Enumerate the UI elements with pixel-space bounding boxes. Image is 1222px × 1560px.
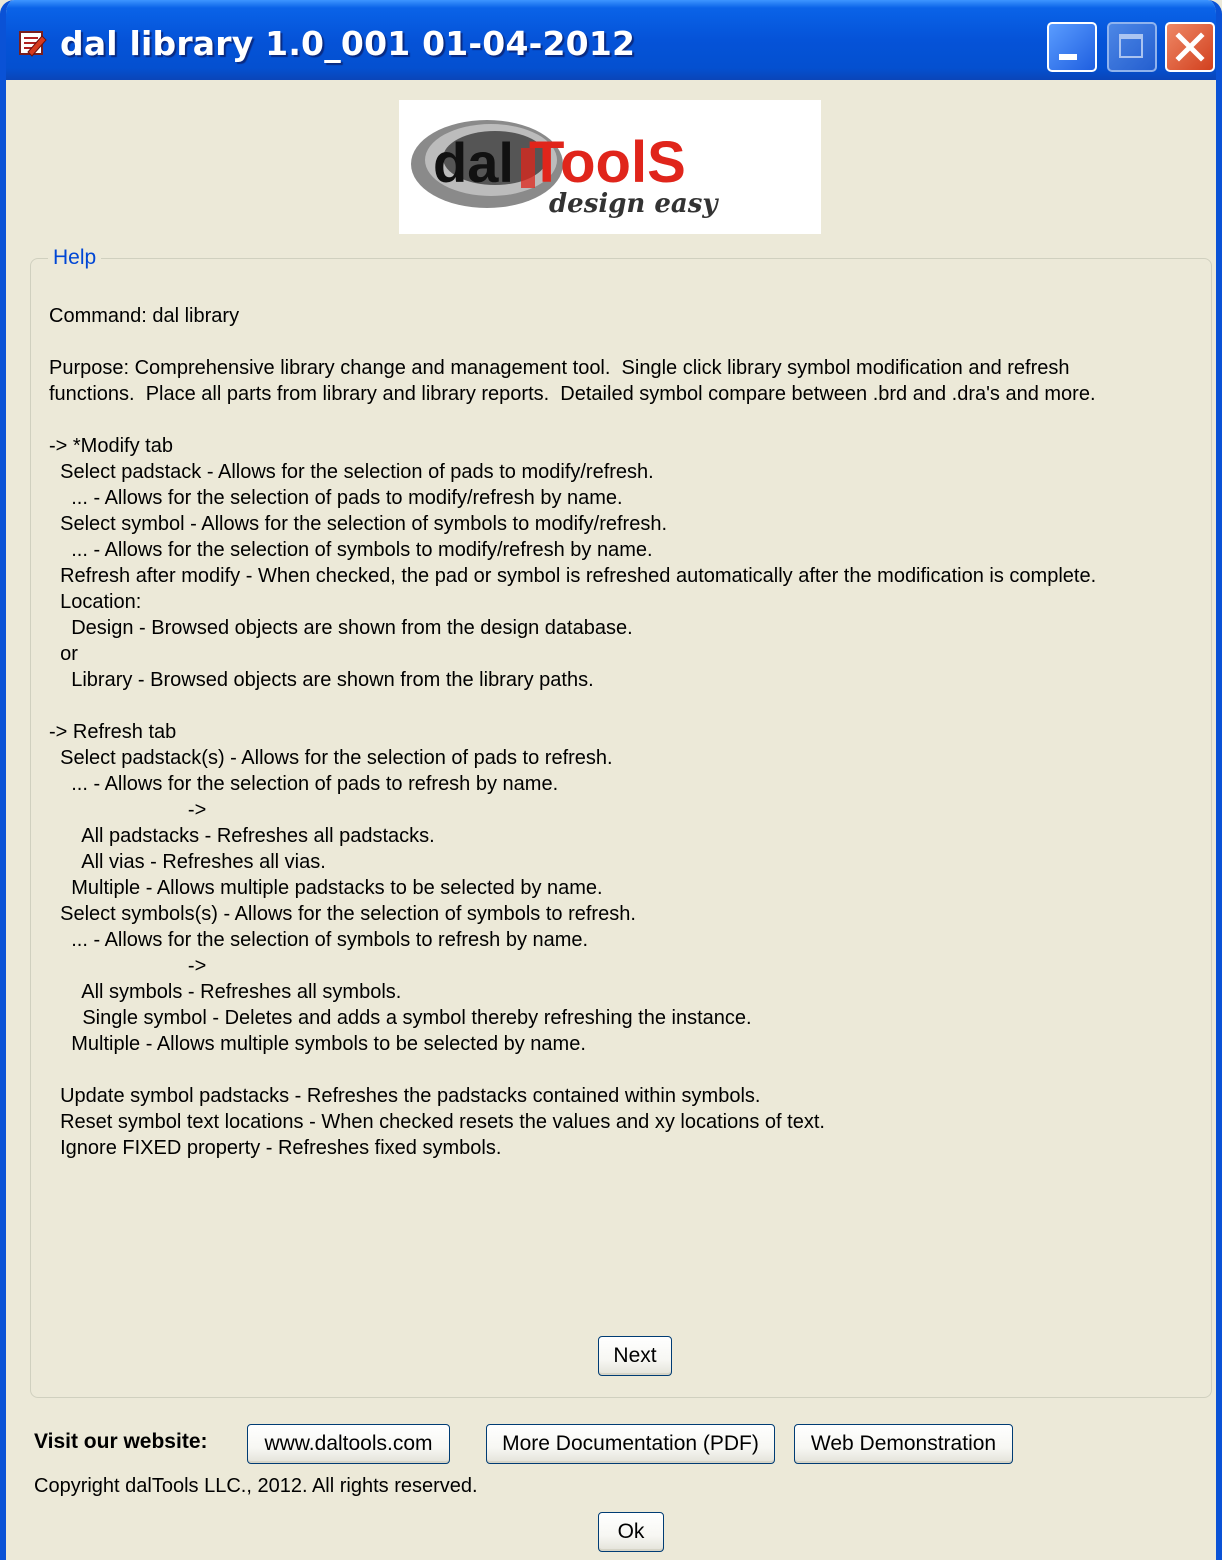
help-text: Command: dal library Purpose: Comprehensi…	[49, 303, 1096, 1161]
help-line: Purpose: Comprehensive library change an…	[49, 357, 1070, 379]
maximize-icon	[1119, 34, 1143, 58]
logo-brand-right: ToolS	[529, 130, 686, 195]
next-button[interactable]: Next	[598, 1336, 672, 1376]
visit-website-label: Visit our website:	[34, 1430, 208, 1453]
help-line: ->	[49, 955, 207, 977]
window-title: dal library 1.0_001 01-04-2012	[60, 24, 636, 63]
copyright-text: Copyright dalTools LLC., 2012. All right…	[34, 1475, 478, 1497]
help-line: or	[49, 643, 78, 665]
help-line: All padstacks - Refreshes all padstacks.	[49, 825, 435, 847]
help-line: Ignore FIXED property - Refreshes fixed …	[49, 1137, 502, 1159]
help-line: Select symbols(s) - Allows for the selec…	[49, 903, 636, 925]
help-line: Update symbol padstacks - Refreshes the …	[49, 1085, 761, 1107]
web-demonstration-button[interactable]: Web Demonstration	[794, 1424, 1013, 1464]
help-line: functions. Place all parts from library …	[49, 383, 1096, 405]
logo-tagline: design easy	[549, 189, 719, 219]
help-line: Reset symbol text locations - When check…	[49, 1111, 825, 1133]
close-icon	[1175, 32, 1205, 62]
help-line	[49, 329, 1096, 355]
help-line: Select padstack(s) - Allows for the sele…	[49, 747, 613, 769]
title-bar[interactable]: dal library 1.0_001 01-04-2012	[6, 0, 1216, 80]
help-line: -> *Modify tab	[49, 435, 173, 457]
help-line: Multiple - Allows multiple symbols to be…	[49, 1033, 586, 1055]
help-line: ... - Allows for the selection of symbol…	[49, 929, 589, 951]
help-line	[49, 1057, 1096, 1083]
help-line	[49, 407, 1096, 433]
minimize-button[interactable]	[1047, 22, 1097, 72]
help-line: Library - Browsed objects are shown from…	[49, 669, 594, 691]
help-line	[49, 693, 1096, 719]
daltools-logo: dal ToolS design easy	[399, 100, 821, 234]
help-line: All vias - Refreshes all vias.	[49, 851, 326, 873]
help-line: Location:	[49, 591, 142, 613]
dialog-window: dal library 1.0_001 01-04-2012 dal ToolS…	[0, 0, 1222, 1560]
help-legend: Help	[48, 246, 102, 270]
close-button[interactable]	[1165, 22, 1215, 72]
documentation-pdf-button[interactable]: More Documentation (PDF)	[486, 1424, 775, 1464]
help-line: Design - Browsed objects are shown from …	[49, 617, 633, 639]
maximize-button[interactable]	[1107, 22, 1157, 72]
help-line: ... - Allows for the selection of pads t…	[49, 773, 559, 795]
help-line: -> Refresh tab	[49, 721, 177, 743]
help-line: Multiple - Allows multiple padstacks to …	[49, 877, 603, 899]
help-line: ... - Allows for the selection of symbol…	[49, 539, 653, 561]
help-line: ... - Allows for the selection of pads t…	[49, 487, 623, 509]
help-line: All symbols - Refreshes all symbols.	[49, 981, 402, 1003]
help-line: Command: dal library	[49, 305, 240, 327]
help-line: Select symbol - Allows for the selection…	[49, 513, 668, 535]
help-line: Single symbol - Deletes and adds a symbo…	[49, 1007, 752, 1029]
minimize-icon	[1059, 54, 1077, 60]
help-line: Select padstack - Allows for the selecti…	[49, 461, 654, 483]
help-line: ->	[49, 799, 207, 821]
help-line: Refresh after modify - When checked, the…	[49, 565, 1097, 587]
logo-brand-left: dal	[433, 131, 514, 194]
website-button[interactable]: www.daltools.com	[247, 1424, 450, 1464]
ok-button[interactable]: Ok	[598, 1512, 664, 1552]
app-icon	[19, 31, 47, 57]
